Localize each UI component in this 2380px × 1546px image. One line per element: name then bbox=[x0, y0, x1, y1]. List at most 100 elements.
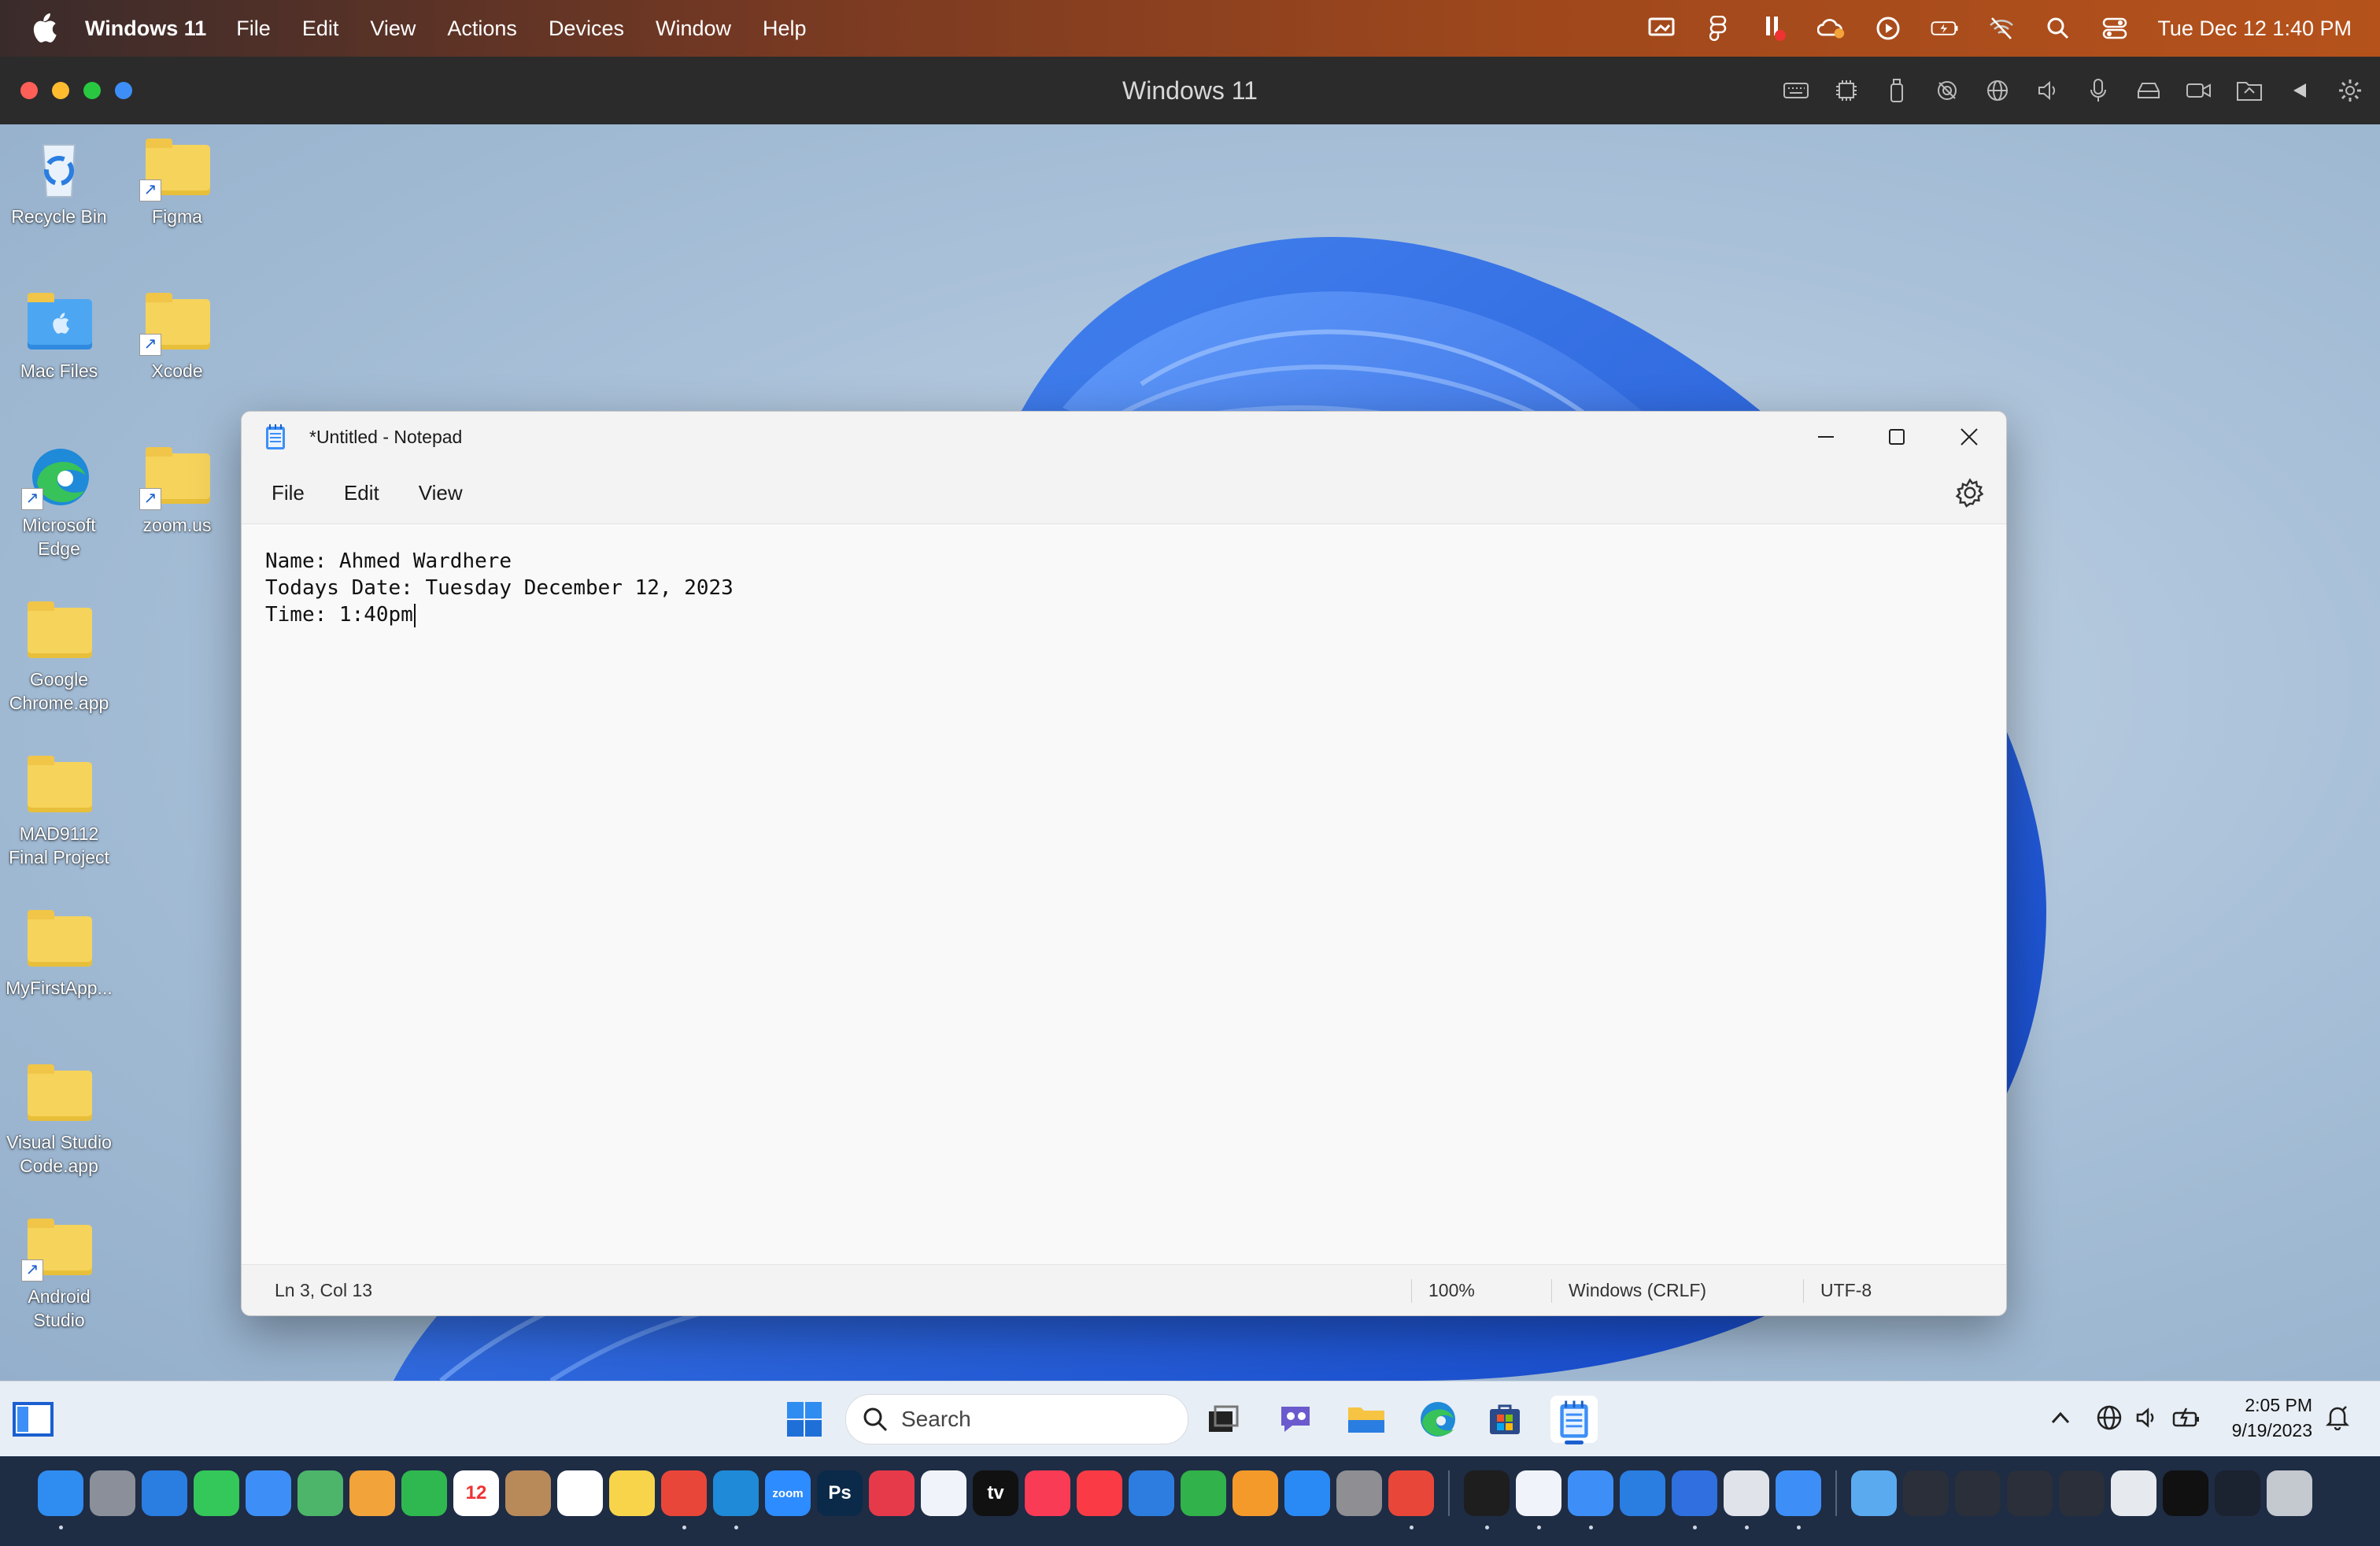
desktop-icon-zoom[interactable]: ↗ zoom.us bbox=[118, 444, 236, 537]
taskbar-clock[interactable]: 2:05 PM 9/19/2023 bbox=[2232, 1393, 2312, 1443]
video-icon[interactable] bbox=[2185, 76, 2213, 105]
dock-calendar-icon[interactable]: 12 bbox=[453, 1470, 499, 1516]
desktop-icon-google-chrome[interactable]: Google Chrome.app bbox=[0, 598, 118, 715]
creative-cloud-icon[interactable] bbox=[1817, 16, 1846, 41]
dock-contacts-icon[interactable] bbox=[505, 1470, 551, 1516]
screen-share-icon[interactable] bbox=[1647, 16, 1676, 41]
dock-recent-7-icon[interactable] bbox=[2215, 1470, 2260, 1516]
dock-reminders-icon[interactable] bbox=[557, 1470, 603, 1516]
notifications-button[interactable] bbox=[2322, 1400, 2353, 1435]
dock-windows-icon[interactable] bbox=[1672, 1470, 1717, 1529]
battery-tray-button[interactable] bbox=[2171, 1400, 2202, 1435]
show-hidden-icons-button[interactable] bbox=[2045, 1400, 2076, 1435]
desktop-icon-mac-files[interactable]: Mac Files bbox=[0, 290, 118, 383]
task-view-button[interactable] bbox=[1199, 1396, 1247, 1443]
mac-menu-view[interactable]: View bbox=[370, 17, 416, 41]
parallels-status-icon[interactable] bbox=[1761, 16, 1789, 41]
dock-facetime-icon[interactable] bbox=[401, 1470, 447, 1516]
wifi-off-icon[interactable] bbox=[1987, 16, 2016, 41]
dock-recent-3-icon[interactable] bbox=[2007, 1470, 2053, 1516]
dock-trash-icon[interactable] bbox=[2267, 1470, 2312, 1516]
dock-keynote-icon[interactable] bbox=[1129, 1470, 1174, 1516]
sound-icon[interactable] bbox=[2034, 76, 2062, 105]
dock-parallels-icon[interactable] bbox=[1724, 1470, 1769, 1529]
dock-notes-icon[interactable] bbox=[609, 1470, 655, 1516]
apple-menu-icon[interactable] bbox=[28, 13, 58, 44]
dock-messages-icon[interactable] bbox=[194, 1470, 239, 1516]
desktop-icon-figma[interactable]: ↗ Figma bbox=[118, 135, 236, 228]
taskbar-search-box[interactable]: Search bbox=[845, 1394, 1188, 1444]
text-line-with-caret[interactable]: Time: 1:40pm bbox=[265, 601, 2006, 628]
dock-recent-5-icon[interactable] bbox=[2111, 1470, 2156, 1516]
dock-chrome-icon[interactable] bbox=[661, 1470, 707, 1529]
volume-tray-button[interactable] bbox=[2131, 1400, 2163, 1435]
mac-menu-help[interactable]: Help bbox=[763, 17, 807, 41]
settings-gear-icon[interactable] bbox=[1954, 477, 1986, 509]
dock-notepad-icon[interactable] bbox=[1776, 1470, 1821, 1529]
desktop-icon-vscode[interactable]: Visual Studio Code.app bbox=[0, 1061, 118, 1178]
mac-menu-edit[interactable]: Edit bbox=[302, 17, 339, 41]
notepad-menu-file[interactable]: File bbox=[265, 475, 311, 512]
close-window-button[interactable] bbox=[20, 82, 38, 99]
minimize-button[interactable] bbox=[1791, 412, 1861, 462]
dock-mail-icon[interactable] bbox=[246, 1470, 291, 1516]
figma-status-icon[interactable] bbox=[1704, 16, 1732, 41]
desktop-icon-xcode[interactable]: ↗ Xcode bbox=[118, 290, 236, 383]
notepad-menu-edit[interactable]: Edit bbox=[338, 475, 386, 512]
dock-vscode-icon[interactable] bbox=[713, 1470, 759, 1529]
dock-recent-4-icon[interactable] bbox=[2059, 1470, 2105, 1516]
spotlight-search-icon[interactable] bbox=[2044, 16, 2072, 41]
text-line[interactable]: Time: 1:40pm bbox=[265, 603, 413, 627]
dock-music-icon[interactable] bbox=[1025, 1470, 1070, 1516]
notepad-menu-view[interactable]: View bbox=[412, 475, 469, 512]
mac-menu-devices[interactable]: Devices bbox=[549, 17, 624, 41]
widgets-button[interactable] bbox=[9, 1396, 57, 1443]
microphone-icon[interactable] bbox=[2084, 76, 2112, 105]
edge-button[interactable] bbox=[1414, 1396, 1461, 1443]
mac-menu-file[interactable]: File bbox=[236, 17, 271, 41]
dock-safari-icon[interactable] bbox=[142, 1470, 187, 1516]
dock-photos-icon[interactable] bbox=[349, 1470, 395, 1516]
control-center-icon[interactable] bbox=[2101, 16, 2129, 41]
keyboard-icon[interactable] bbox=[1782, 76, 1810, 105]
zoom-window-button[interactable] bbox=[83, 82, 101, 99]
dock-freeform-icon[interactable] bbox=[921, 1470, 966, 1516]
network-tray-button[interactable] bbox=[2094, 1400, 2125, 1435]
drive-icon[interactable] bbox=[2134, 76, 2163, 105]
dock-recent-2-icon[interactable] bbox=[1955, 1470, 2001, 1516]
maximize-button[interactable] bbox=[1861, 412, 1932, 462]
notepad-titlebar[interactable]: *Untitled - Notepad bbox=[242, 412, 2006, 462]
collapse-toolbar-icon[interactable] bbox=[2286, 76, 2314, 105]
dock-chrome-2-icon[interactable] bbox=[1388, 1470, 1434, 1529]
dock-xcode-2-icon[interactable] bbox=[1620, 1470, 1665, 1516]
minimize-window-button[interactable] bbox=[52, 82, 69, 99]
dock-finder-icon[interactable] bbox=[38, 1470, 83, 1529]
play-icon[interactable] bbox=[1874, 16, 1902, 41]
desktop-icon-android-studio[interactable]: ↗ Android Studio bbox=[0, 1215, 118, 1332]
dock-pages-icon[interactable] bbox=[1232, 1470, 1278, 1516]
dock-system-settings-icon[interactable] bbox=[1336, 1470, 1382, 1516]
dock-launchpad-icon[interactable] bbox=[90, 1470, 135, 1516]
chat-button[interactable] bbox=[1272, 1396, 1319, 1443]
camera-off-icon[interactable] bbox=[1933, 76, 1961, 105]
coherence-button[interactable] bbox=[115, 82, 132, 99]
dock-folder-icon[interactable] bbox=[1851, 1470, 1897, 1516]
microsoft-store-button[interactable] bbox=[1481, 1396, 1528, 1443]
dock-numbers-icon[interactable] bbox=[1181, 1470, 1226, 1516]
dock-creative-cloud-icon[interactable] bbox=[869, 1470, 915, 1516]
dock-news-icon[interactable] bbox=[1077, 1470, 1122, 1516]
close-button[interactable] bbox=[1934, 412, 2005, 462]
text-line[interactable]: Todays Date: Tuesday December 12, 2023 bbox=[265, 575, 2006, 601]
mac-menu-actions[interactable]: Actions bbox=[447, 17, 517, 41]
cpu-icon[interactable] bbox=[1832, 76, 1861, 105]
dock-xcode-instruments-icon[interactable] bbox=[1516, 1470, 1561, 1529]
mac-app-name[interactable]: Windows 11 bbox=[85, 17, 206, 41]
dock-app-store-icon[interactable] bbox=[1284, 1470, 1330, 1516]
dock-recent-1-icon[interactable] bbox=[1903, 1470, 1949, 1516]
desktop-icon-mad9112[interactable]: MAD9112 Final Project bbox=[0, 753, 118, 869]
dock-photoshop-icon[interactable]: Ps bbox=[817, 1470, 863, 1516]
mac-clock[interactable]: Tue Dec 12 1:40 PM bbox=[2157, 17, 2352, 41]
dock-apple-tv-icon[interactable]: tv bbox=[973, 1470, 1018, 1516]
start-button[interactable] bbox=[781, 1396, 828, 1443]
dock-figma-icon[interactable] bbox=[1464, 1470, 1510, 1529]
